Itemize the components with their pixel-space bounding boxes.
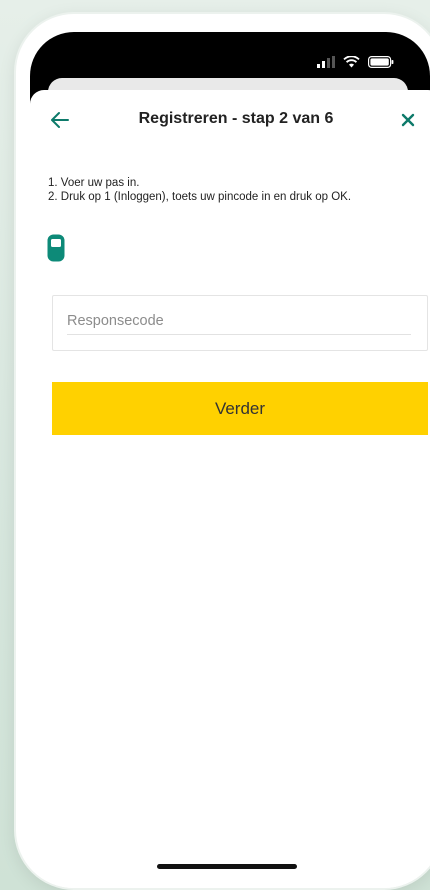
continue-button[interactable]: Verder	[52, 382, 428, 435]
wifi-icon	[343, 56, 360, 68]
home-indicator[interactable]	[157, 864, 297, 869]
response-code-field	[52, 295, 428, 351]
registration-sheet: Registreren - stap 2 van 6 1. Voer uw pa…	[30, 90, 430, 888]
response-code-input[interactable]	[67, 308, 411, 335]
page-title: Registreren - stap 2 van 6	[138, 110, 334, 127]
card-reader-icon	[47, 234, 65, 262]
status-icons	[317, 56, 394, 68]
phone-frame: Registreren - stap 2 van 6 1. Voer uw pa…	[16, 14, 430, 888]
battery-icon	[368, 56, 394, 68]
instructions: 1. Voer uw pas in. 2. Druk op 1 (Inlogge…	[48, 176, 351, 204]
header: Registreren - stap 2 van 6	[30, 104, 430, 138]
instruction-step-1: 1. Voer uw pas in.	[48, 177, 140, 189]
close-icon	[401, 113, 415, 127]
instruction-step-2: 2. Druk op 1 (Inloggen), toets uw pincod…	[48, 191, 352, 203]
close-button[interactable]	[398, 110, 418, 130]
signal-icon	[317, 56, 335, 68]
